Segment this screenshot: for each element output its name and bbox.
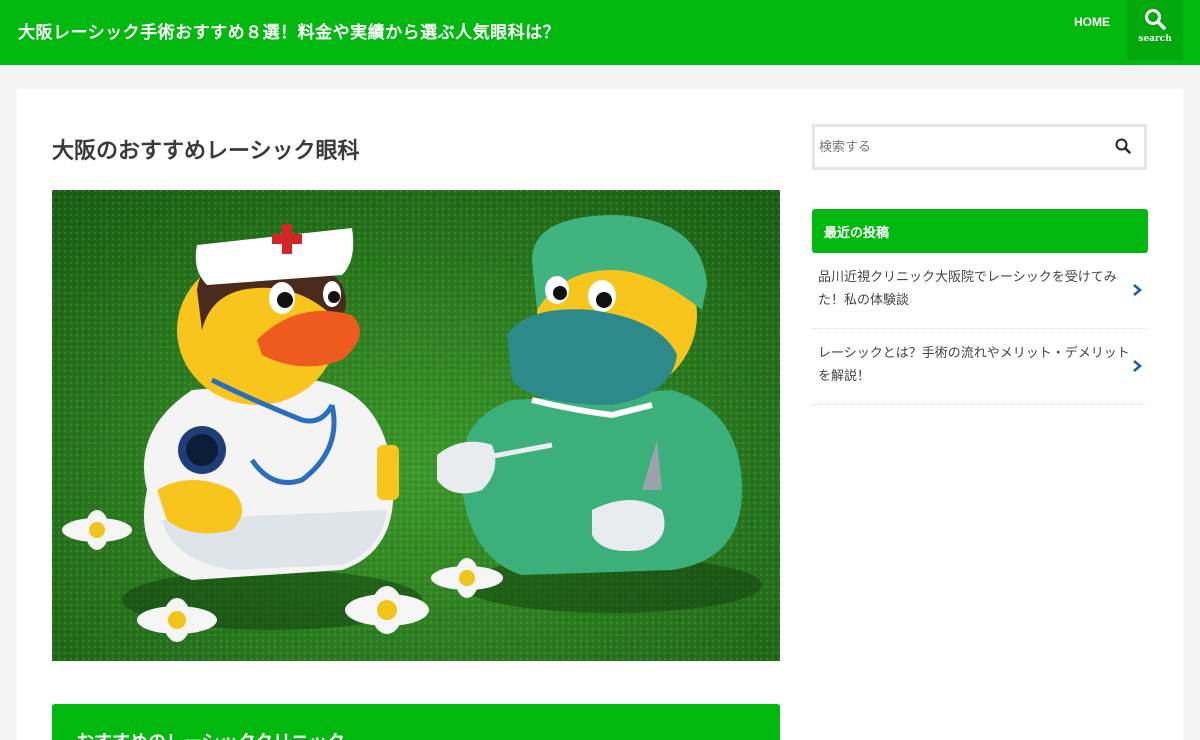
hero-image — [52, 190, 780, 661]
header-search-button[interactable]: search — [1127, 0, 1183, 60]
recent-post-item[interactable]: レーシックとは？手術の流れやメリット・デメリットを解説！ — [812, 329, 1148, 405]
site-header: 大阪レーシック手術おすすめ８選！料金や実績から選ぶ人気眼科は？ HOME sea… — [0, 0, 1200, 65]
chevron-right-icon — [1133, 284, 1142, 296]
section-heading-text: おすすめのレーシッククリニック — [76, 728, 345, 740]
search-icon — [1115, 138, 1131, 154]
recent-posts-title-text: 最近の投稿 — [824, 226, 890, 241]
recent-post-title: 品川近視クリニック大阪院でレーシックを受けてみた！私の体験談 — [818, 270, 1117, 308]
content-container: 大阪のおすすめレーシック眼科 検索する 最近の投稿 品川近視クリニック大阪院でレ… — [17, 89, 1183, 740]
search-icon — [1145, 9, 1166, 30]
search-submit-button[interactable] — [1115, 138, 1135, 158]
rubber-ducks-illustration — [52, 190, 780, 661]
recent-posts-list: 品川近視クリニック大阪院でレーシックを受けてみた！私の体験談 レーシックとは？手… — [812, 253, 1148, 405]
search-input[interactable] — [819, 131, 1099, 163]
section-heading: おすすめのレーシッククリニック — [52, 704, 780, 740]
recent-post-item[interactable]: 品川近視クリニック大阪院でレーシックを受けてみた！私の体験談 — [812, 253, 1148, 329]
page-title: 大阪のおすすめレーシック眼科 — [52, 139, 360, 164]
recent-posts-title: 最近の投稿 — [812, 209, 1148, 253]
chevron-right-icon — [1133, 360, 1142, 372]
nav-home-link[interactable]: HOME — [1074, 15, 1110, 29]
sidebar-search — [812, 124, 1147, 170]
site-title[interactable]: 大阪レーシック手術おすすめ８選！料金や実績から選ぶ人気眼科は？ — [18, 18, 560, 43]
search-label: search — [1138, 34, 1172, 44]
recent-post-title: レーシックとは？手術の流れやメリット・デメリットを解説！ — [818, 346, 1130, 384]
